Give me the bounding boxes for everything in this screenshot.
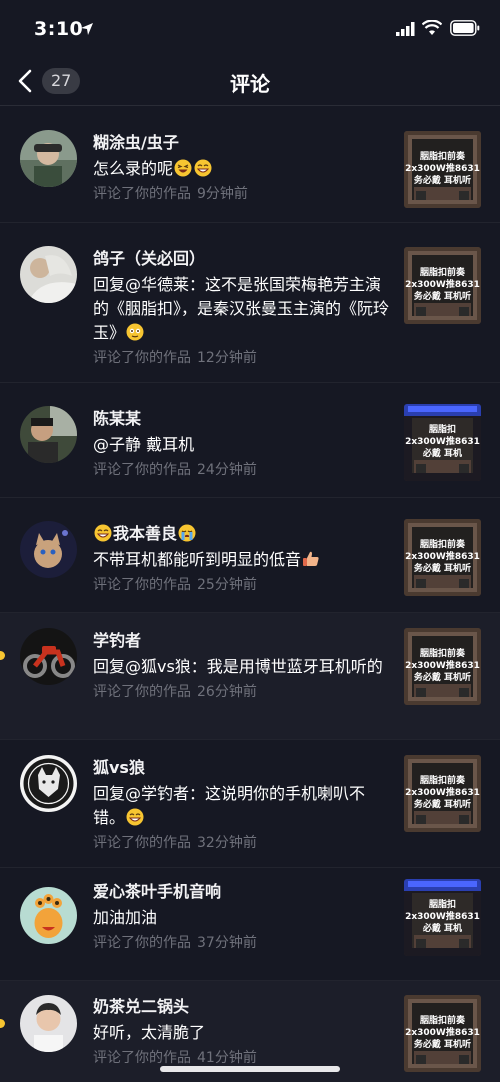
thumbnail-caption: 胭脂扣 2x300W推8631 必戴 耳机: [405, 425, 480, 459]
video-thumbnail[interactable]: 胭脂扣 2x300W推8631 必戴 耳机: [404, 879, 481, 956]
comment-meta: 评论了你的作品 9分钟前: [93, 186, 248, 202]
thumbnail-caption: 胭脂扣前奏 2x300W推8631 务必戴 耳机听: [405, 776, 480, 810]
home-indicator[interactable]: [160, 1066, 340, 1072]
comment-meta: 评论了你的作品 12分钟前: [93, 350, 257, 366]
unread-dot: [0, 1019, 5, 1028]
battery-icon: [450, 20, 480, 36]
comment-time: 32分钟前: [197, 835, 257, 851]
comment-list: 糊涂虫/虫子 怎么录的呢 评论了你的作品 9分钟前 胭脂扣前奏 2x300W推863…: [0, 107, 500, 1082]
thumbnail-caption: 胭脂扣前奏 2x300W推8631 务必戴 耳机听: [405, 152, 480, 186]
grinning-emoji-icon: [126, 808, 144, 826]
thumbnail-caption: 胭脂扣前奏 2x300W推8631 务必戴 耳机听: [405, 649, 480, 683]
video-thumbnail[interactable]: 胭脂扣前奏 2x300W推8631 务必戴 耳机听: [404, 995, 481, 1072]
comment-row[interactable]: 我本善良 不带耳机都能听到明显的低音 评论了你的作品 25分钟前 胭脂扣前奏 2x3…: [0, 498, 500, 613]
flushed-emoji-icon: [126, 323, 144, 341]
username[interactable]: 鸽子（关必回）: [93, 248, 390, 270]
avatar[interactable]: [20, 521, 77, 578]
comment-time: 12分钟前: [197, 350, 257, 366]
video-thumbnail[interactable]: 胭脂扣前奏 2x300W推8631 务必戴 耳机听: [404, 755, 481, 832]
comment-meta: 评论了你的作品 26分钟前: [93, 684, 257, 700]
location-arrow-icon: [81, 23, 93, 35]
comment-text: 好听，太清脆了: [93, 1023, 206, 1042]
avatar[interactable]: [20, 130, 77, 187]
comment-row[interactable]: 糊涂虫/虫子 怎么录的呢 评论了你的作品 9分钟前 胭脂扣前奏 2x300W推863…: [0, 107, 500, 223]
comment-text: 加油加油: [93, 908, 158, 927]
comment-time: 9分钟前: [197, 186, 248, 202]
avatar[interactable]: [20, 406, 77, 463]
comment-row[interactable]: 爱心茶叶手机音响 加油加油 评论了你的作品 37分钟前 胭脂扣 2x300W推863…: [0, 868, 500, 981]
comment-time: 41分钟前: [197, 1050, 257, 1066]
status-bar: 3:10: [0, 0, 500, 56]
comment-text: 不带耳机都能听到明显的低音: [93, 548, 390, 572]
comment-meta: 评论了你的作品 37分钟前: [93, 935, 257, 951]
comment-text: 怎么录的呢: [93, 157, 390, 181]
avatar[interactable]: [20, 246, 77, 303]
comment-time: 26分钟前: [197, 684, 257, 700]
thumbnail-caption: 胭脂扣前奏 2x300W推8631 务必戴 耳机听: [405, 268, 480, 302]
comment-time: 25分钟前: [197, 577, 257, 593]
comment-time: 37分钟前: [197, 935, 257, 951]
cellular-signal-icon: [396, 22, 415, 36]
avatar[interactable]: [20, 995, 77, 1052]
nav-bar: 27 评论: [0, 56, 500, 106]
username[interactable]: 我本善良: [93, 523, 390, 545]
wifi-icon: [422, 20, 442, 35]
comment-text: 回复@华德莱：这不是张国荣梅艳芳主演的《胭脂扣》，是秦汉张曼玉主演的《阮玲玉》: [93, 275, 390, 342]
comment-meta: 评论了你的作品 32分钟前: [93, 835, 257, 851]
username[interactable]: 狐vs狼: [93, 757, 390, 779]
unread-dot: [0, 651, 5, 660]
comment-text: 回复@狐vs狼：我是用博世蓝牙耳机听的: [93, 657, 383, 676]
video-thumbnail[interactable]: 胭脂扣前奏 2x300W推8631 务必戴 耳机听: [404, 247, 481, 324]
comment-meta: 评论了你的作品 24分钟前: [93, 462, 257, 478]
comment-text: 回复@学钓者：这说明你的手机喇叭不错。: [93, 784, 366, 827]
username[interactable]: 陈某某: [93, 408, 390, 430]
comment-text: @子静 戴耳机: [93, 435, 195, 454]
comment-time: 24分钟前: [197, 462, 257, 478]
username[interactable]: 学钓者: [93, 630, 390, 652]
thumbnail-caption: 胭脂扣前奏 2x300W推8631 务必戴 耳机听: [405, 540, 480, 574]
video-thumbnail[interactable]: 胭脂扣 2x300W推8631 必戴 耳机: [404, 404, 481, 481]
grinning-emoji-icon: [94, 524, 112, 542]
avatar[interactable]: [20, 755, 77, 812]
avatar[interactable]: [20, 628, 77, 685]
username[interactable]: 爱心茶叶手机音响: [93, 881, 390, 903]
status-time: 3:10: [34, 18, 84, 40]
username[interactable]: 奶茶兑二锅头: [93, 996, 390, 1018]
thumbnail-caption: 胭脂扣 2x300W推8631 必戴 耳机: [405, 900, 480, 934]
comment-row[interactable]: 学钓者 回复@狐vs狼：我是用博世蓝牙耳机听的 评论了你的作品 26分钟前 胭脂扣…: [0, 613, 500, 740]
laughing-emoji-icon: [174, 159, 192, 177]
comment-row[interactable]: 鸽子（关必回） 回复@华德莱：这不是张国荣梅艳芳主演的《胭脂扣》，是秦汉张曼玉主…: [0, 223, 500, 383]
video-thumbnail[interactable]: 胭脂扣前奏 2x300W推8631 务必戴 耳机听: [404, 131, 481, 208]
video-thumbnail[interactable]: 胭脂扣前奏 2x300W推8631 务必戴 耳机听: [404, 519, 481, 596]
comment-meta: 评论了你的作品 41分钟前: [93, 1050, 257, 1066]
comment-meta: 评论了你的作品 25分钟前: [93, 577, 257, 593]
avatar[interactable]: [20, 887, 77, 944]
page-title: 评论: [230, 72, 270, 96]
comment-row[interactable]: 狐vs狼 回复@学钓者：这说明你的手机喇叭不错。 评论了你的作品 32分钟前 胭脂…: [0, 740, 500, 868]
comment-row[interactable]: 陈某某 @子静 戴耳机 评论了你的作品 24分钟前 胭脂扣 2x300W推8631 必…: [0, 383, 500, 498]
thumbnail-caption: 胭脂扣前奏 2x300W推8631 务必戴 耳机听: [405, 1016, 480, 1050]
grinning-emoji-icon: [194, 159, 212, 177]
crying-emoji-icon: [178, 524, 196, 542]
thumbs-up-emoji-icon: [303, 551, 319, 566]
video-thumbnail[interactable]: 胭脂扣前奏 2x300W推8631 务必戴 耳机听: [404, 628, 481, 705]
username[interactable]: 糊涂虫/虫子: [93, 132, 390, 154]
